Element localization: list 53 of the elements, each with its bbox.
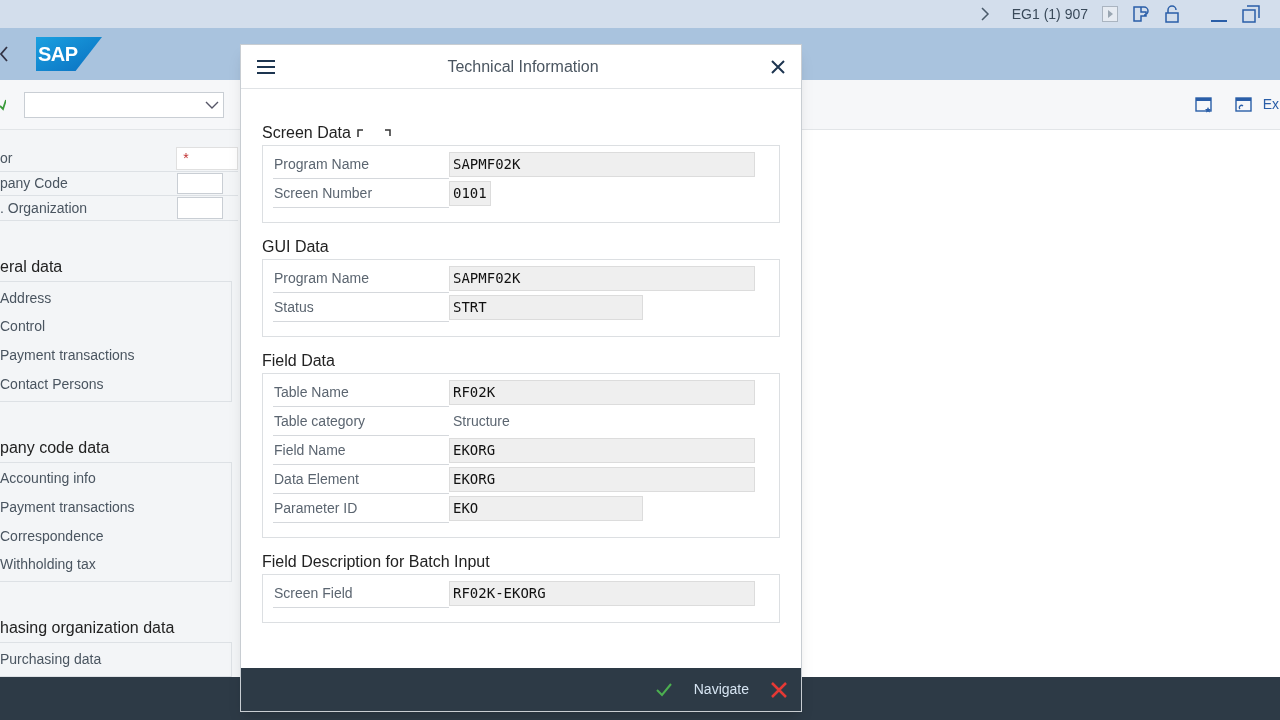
cancel-icon[interactable] [771, 681, 787, 698]
input-field[interactable] [177, 197, 223, 219]
section-link[interactable]: Payment transactions [0, 493, 231, 522]
system-label: EG1 (1) 907 [1011, 4, 1088, 24]
input-field[interactable]: * [176, 147, 238, 170]
form-label: pany Code [0, 174, 69, 194]
section-link[interactable]: Payment transactions [0, 341, 231, 370]
value-field[interactable]: SAPMF02K [449, 152, 755, 177]
navigate-button[interactable]: Navigate [693, 679, 749, 700]
field-label: Table category [273, 407, 449, 436]
toolbar-button[interactable]: Ex [1262, 94, 1279, 115]
required-marker: * [183, 149, 189, 168]
group-title: Field Description for Batch Input [262, 552, 490, 572]
value-field[interactable]: 0101 [449, 181, 491, 206]
check-icon[interactable] [655, 682, 672, 697]
form-label: . Organization [0, 198, 89, 218]
value-field[interactable]: STRT [449, 295, 643, 320]
section-title: hasing organization data [0, 618, 176, 639]
value-field[interactable]: EKORG [449, 438, 755, 463]
section-link[interactable]: Withholding tax [0, 550, 231, 580]
group-title: Screen Data [262, 123, 351, 143]
section-title: pany code data [0, 437, 111, 458]
section-link[interactable]: Control [0, 312, 231, 342]
value-field[interactable]: RF02K-EKORG [449, 581, 755, 606]
chevron-right-icon[interactable] [979, 7, 990, 21]
group-title: GUI Data [262, 237, 329, 257]
value-field[interactable]: EKORG [449, 467, 755, 492]
close-icon[interactable] [771, 59, 785, 74]
corner-marks-icon [356, 129, 391, 137]
dropdown-field[interactable] [24, 91, 224, 118]
value-field[interactable]: RF02K [449, 380, 755, 405]
menu-icon[interactable] [257, 59, 275, 74]
value-field[interactable]: SAPMF02K [449, 266, 755, 291]
form-label: or [0, 149, 14, 168]
unlock-icon[interactable] [1164, 5, 1180, 23]
window-refresh-icon[interactable] [1234, 96, 1253, 113]
back-icon[interactable] [0, 46, 8, 62]
section-link[interactable]: Address [0, 283, 231, 313]
section-link[interactable]: Accounting info [0, 464, 231, 494]
sap-logo: SAP [36, 37, 102, 71]
value-text: Structure [452, 412, 511, 431]
section-link[interactable]: Correspondence [0, 521, 231, 551]
section-link[interactable]: Contact Persons [0, 369, 231, 399]
caret-icon [205, 100, 219, 109]
value-field[interactable]: EKO [449, 496, 643, 521]
layout-icon[interactable] [1132, 5, 1150, 23]
section-title: eral data [0, 256, 64, 277]
group-title: Field Data [262, 351, 335, 371]
restore-icon[interactable] [1242, 5, 1260, 23]
check-icon[interactable] [0, 98, 6, 111]
dialog-title: Technical Information [446, 56, 600, 77]
section-link[interactable]: Purchasing data [0, 645, 231, 674]
input-field[interactable] [177, 173, 223, 195]
